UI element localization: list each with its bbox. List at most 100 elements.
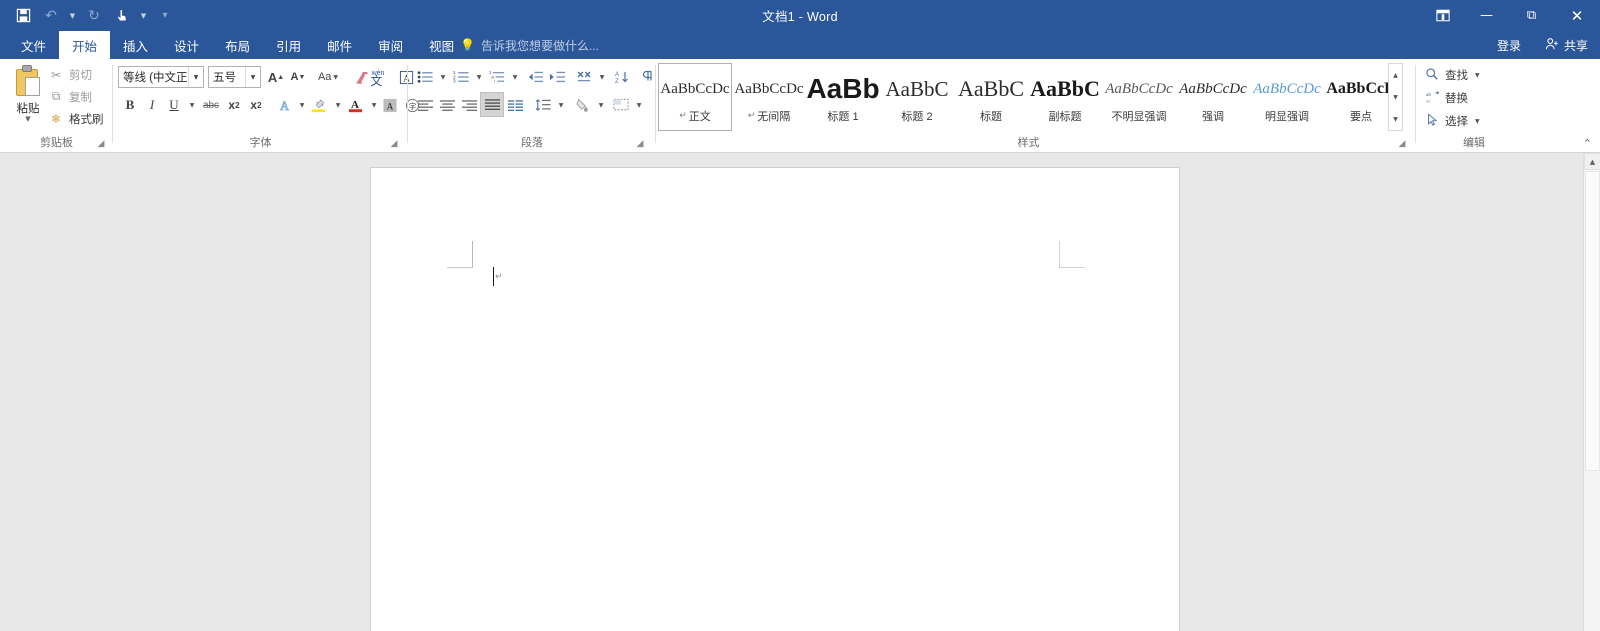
share-button[interactable]: 共享 (1533, 37, 1600, 54)
underline-dropdown-icon[interactable]: ▼ (185, 94, 197, 116)
tell-me-placeholder: 告诉我您想要做什么... (481, 37, 599, 54)
select-dropdown-icon[interactable]: ▼ (1475, 118, 1480, 125)
shading-dropdown-icon[interactable]: ▼ (594, 94, 606, 116)
scroll-up-button[interactable]: ▲ (1584, 153, 1600, 170)
styles-more-icon[interactable]: ▼ (1389, 108, 1402, 130)
asian-layout-dropdown-icon[interactable]: ▼ (595, 66, 607, 88)
increase-indent-button[interactable] (546, 66, 568, 88)
shading-button[interactable] (572, 94, 594, 116)
strikethrough-button[interactable]: abc (199, 94, 223, 116)
style-item-subtitle[interactable]: AaBbC 副标题 (1028, 63, 1102, 131)
multilevel-list-button[interactable]: 1 a i (486, 66, 508, 88)
tell-me-search[interactable]: 💡 告诉我您想要做什么... (460, 31, 599, 59)
text-effects-dropdown-icon[interactable]: ▼ (295, 94, 307, 116)
line-spacing-dropdown-icon[interactable]: ▼ (554, 94, 566, 116)
line-spacing-button[interactable] (532, 94, 554, 116)
style-item-strong[interactable]: AaBbCcD 要点 (1324, 63, 1398, 131)
numbering-dropdown-icon[interactable]: ▼ (472, 66, 484, 88)
paste-button[interactable]: 粘贴 ▼ (6, 63, 50, 131)
style-item-title[interactable]: AaBbC 标题 (954, 63, 1028, 131)
bold-button[interactable]: B (119, 94, 141, 116)
select-button[interactable]: 选择 ▼ (1424, 110, 1480, 132)
copy-button[interactable]: ⧉ 复制 (48, 86, 120, 107)
superscript-button[interactable]: x2 (245, 94, 267, 116)
shrink-font-button[interactable]: A▼ (287, 66, 309, 88)
underline-button[interactable]: U (163, 94, 185, 116)
tab-file[interactable]: 文件 (8, 31, 59, 59)
subscript-button[interactable]: x2 (223, 94, 245, 116)
style-item-subtle-emphasis[interactable]: AaBbCcDc 不明显强调 (1102, 63, 1176, 131)
text-effects-button[interactable]: A (273, 94, 295, 116)
bullets-dropdown-icon[interactable]: ▼ (436, 66, 448, 88)
style-item-heading-1[interactable]: AaBb 标题 1 (806, 63, 880, 131)
text-highlight-dropdown-icon[interactable]: ▼ (331, 94, 343, 116)
format-painter-button[interactable]: ❄ 格式刷 (48, 108, 120, 129)
style-name: 强调 (1202, 108, 1224, 124)
find-dropdown-icon[interactable]: ▼ (1475, 72, 1480, 79)
borders-dropdown-icon[interactable]: ▼ (632, 94, 644, 116)
document-page[interactable]: ↵ (371, 168, 1179, 631)
font-size-dropdown-icon[interactable]: ▼ (245, 67, 260, 87)
multilevel-dropdown-icon[interactable]: ▼ (508, 66, 520, 88)
decrease-indent-button[interactable] (524, 66, 546, 88)
scrollbar-thumb[interactable] (1585, 171, 1600, 471)
tab-layout[interactable]: 布局 (212, 31, 263, 59)
style-item-heading-2[interactable]: AaBbC 标题 2 (880, 63, 954, 131)
phonetic-guide-button[interactable]: wén文 (373, 66, 395, 88)
bullets-button[interactable] (414, 66, 436, 88)
clipboard-dialog-launcher[interactable]: ◢ (95, 137, 107, 149)
align-left-button[interactable] (414, 94, 436, 116)
restore-button[interactable]: ⧉ (1509, 0, 1554, 31)
sign-in-button[interactable]: 登录 (1485, 37, 1533, 54)
tab-home[interactable]: 开始 (59, 31, 110, 59)
cut-button[interactable]: ✂ 剪切 (48, 64, 120, 85)
svg-text:ac: ac (1425, 98, 1430, 103)
paste-dropdown-icon[interactable]: ▼ (25, 116, 30, 122)
style-item-no-spacing[interactable]: AaBbCcDc ↵ 无间隔 (732, 63, 806, 131)
find-button[interactable]: 查找 ▼ (1424, 64, 1480, 86)
style-item-intense-emphasis[interactable]: AaBbCcDc 明显强调 (1250, 63, 1324, 131)
styles-gallery-scroll[interactable]: ▲ ▼ ▼ (1388, 63, 1403, 131)
paragraph-dialog-launcher[interactable]: ◢ (634, 137, 646, 149)
ribbon-display-options-icon[interactable] (1422, 0, 1464, 31)
tab-insert[interactable]: 插入 (110, 31, 161, 59)
change-case-button[interactable]: Aa ▼ (313, 66, 343, 88)
align-center-button[interactable] (436, 94, 458, 116)
text-highlight-color-button[interactable]: ab (307, 94, 331, 116)
close-button[interactable]: ✕ (1554, 0, 1600, 31)
collapse-ribbon-button[interactable]: ⌃ (1583, 137, 1592, 150)
style-item-normal[interactable]: AaBbCcDc ↵ 正文 (658, 63, 732, 131)
font-name-dropdown-icon[interactable]: ▼ (188, 67, 203, 87)
styles-scroll-down-icon[interactable]: ▼ (1389, 86, 1402, 108)
minimize-button[interactable]: — (1464, 0, 1509, 31)
character-shading-button[interactable]: A (379, 94, 401, 116)
vertical-scrollbar[interactable]: ▲ ▼ (1583, 153, 1600, 631)
font-dialog-launcher[interactable]: ◢ (388, 137, 400, 149)
font-name-combo[interactable]: 等线 (中文正文 ▼ (118, 66, 204, 88)
italic-button[interactable]: I (141, 94, 163, 116)
show-formatting-marks-button[interactable] (635, 66, 657, 88)
borders-button[interactable] (610, 94, 632, 116)
tab-design[interactable]: 设计 (161, 31, 212, 59)
tab-review[interactable]: 审阅 (365, 31, 416, 59)
asian-layout-button[interactable] (573, 66, 595, 88)
svg-text:i: i (493, 79, 494, 84)
font-size-combo[interactable]: 五号 ▼ (208, 66, 261, 88)
justify-button[interactable] (480, 92, 504, 117)
styles-dialog-launcher[interactable]: ◢ (1396, 137, 1408, 149)
tab-references[interactable]: 引用 (263, 31, 314, 59)
distributed-button[interactable] (504, 94, 526, 116)
styles-scroll-up-icon[interactable]: ▲ (1389, 64, 1402, 86)
sort-button[interactable]: A Z (611, 66, 633, 88)
font-color-button[interactable]: A (343, 94, 367, 116)
align-right-button[interactable] (458, 94, 480, 116)
style-item-emphasis[interactable]: AaBbCcDc 强调 (1176, 63, 1250, 131)
font-color-dropdown-icon[interactable]: ▼ (367, 94, 379, 116)
style-preview: AaBbC (1029, 70, 1101, 108)
change-case-dropdown-icon[interactable]: ▼ (333, 74, 338, 81)
grow-font-button[interactable]: A▲ (265, 66, 287, 88)
replace-button[interactable]: ab ac 替换 (1424, 87, 1468, 109)
numbering-button[interactable]: 1 2 3 (450, 66, 472, 88)
tab-mailings[interactable]: 邮件 (314, 31, 365, 59)
style-preview: AaBbCcD (1325, 70, 1397, 108)
